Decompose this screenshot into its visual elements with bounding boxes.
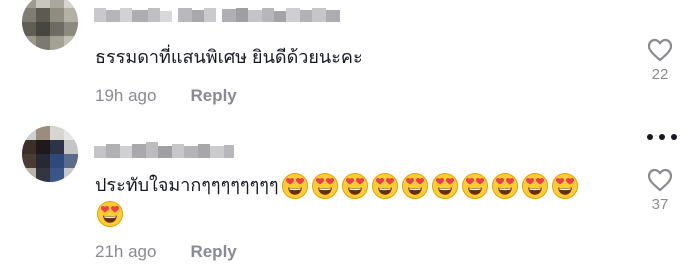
heart-eyes-emoji-icon: [371, 172, 399, 200]
heart-eyes-emoji-icon: [521, 172, 549, 200]
heart-eyes-emoji-icon: [431, 172, 459, 200]
comment-text-content: ประทับใจมากๆๆๆๆๆๆๆๆ: [95, 175, 279, 195]
reply-button[interactable]: Reply: [190, 86, 236, 106]
emoji-group: [281, 172, 579, 200]
comment-item: ประทับใจมากๆๆๆๆๆๆๆๆ 21h ago Reply 37: [0, 120, 700, 276]
like-button[interactable]: 22: [640, 38, 680, 83]
avatar[interactable]: [22, 0, 78, 50]
username-blurred[interactable]: [94, 142, 234, 160]
heart-eyes-emoji-icon: [491, 172, 519, 200]
comment-item: ธรรมดาที่แสนพิเศษ ยินดีด้วยนะคะ 19h ago …: [0, 0, 700, 120]
heart-outline-icon[interactable]: [640, 38, 680, 62]
comment-text: ประทับใจมากๆๆๆๆๆๆๆๆ: [95, 170, 625, 200]
more-options-icon[interactable]: [642, 130, 682, 144]
comment-time: 19h ago: [95, 86, 157, 105]
heart-eyes-emoji-icon: [401, 172, 429, 200]
heart-eyes-emoji-icon: [551, 172, 579, 200]
comment-text: ธรรมดาที่แสนพิเศษ ยินดีด้วยนะคะ: [95, 47, 363, 67]
heart-eyes-emoji-icon: [311, 172, 339, 200]
heart-outline-icon[interactable]: [640, 168, 680, 192]
heart-eyes-emoji-icon: [341, 172, 369, 200]
reply-button[interactable]: Reply: [190, 242, 236, 262]
like-count: 22: [651, 66, 669, 83]
comment-time: 21h ago: [95, 242, 157, 261]
heart-eyes-emoji-icon: [281, 172, 309, 200]
heart-eyes-emoji-icon: [461, 172, 489, 200]
comment-meta: 19h ago Reply: [95, 86, 237, 106]
heart-eyes-emoji-icon: [96, 200, 124, 228]
comment-meta: 21h ago Reply: [95, 242, 237, 262]
username-blurred[interactable]: [94, 6, 342, 24]
like-button[interactable]: 37: [640, 168, 680, 213]
emoji-group: [96, 200, 124, 233]
like-count: 37: [651, 196, 669, 213]
avatar[interactable]: [22, 126, 78, 182]
